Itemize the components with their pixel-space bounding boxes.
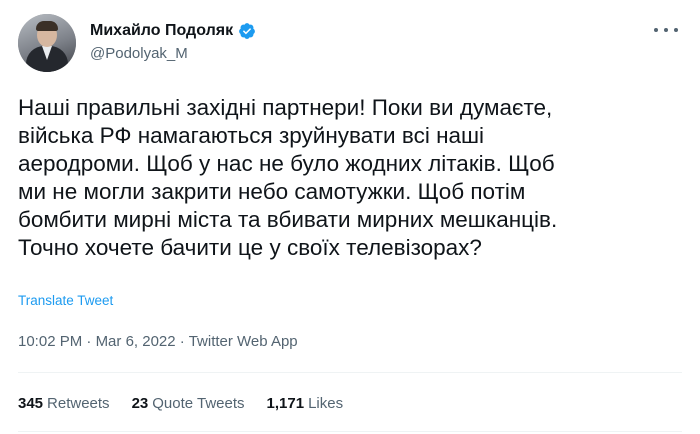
meta-separator: · xyxy=(179,333,189,350)
translate-tweet-link[interactable]: Translate Tweet xyxy=(18,293,113,308)
more-options-icon[interactable] xyxy=(654,20,678,40)
likes-count: 1,171 xyxy=(266,395,305,412)
retweets-stat[interactable]: 345 Retweets xyxy=(18,395,110,412)
tweet-date[interactable]: Mar 6, 2022 xyxy=(96,333,176,350)
tweet-card: Михайло Подоляк @Podolyak_M Наші правиль… xyxy=(0,0,700,434)
tweet-header: Михайло Подоляк @Podolyak_M xyxy=(18,14,682,76)
divider xyxy=(18,431,682,432)
quote-tweets-count: 23 xyxy=(131,395,149,412)
meta-separator: · xyxy=(86,333,96,350)
quote-tweets-label: Quote Tweets xyxy=(152,395,245,412)
likes-stat[interactable]: 1,171 Likes xyxy=(267,395,344,412)
tweet-metadata: 10:02 PM · Mar 6, 2022 · Twitter Web App xyxy=(18,333,298,350)
quote-tweets-stat[interactable]: 23 Quote Tweets xyxy=(132,395,245,412)
retweets-count: 345 xyxy=(18,395,44,412)
retweets-label: Retweets xyxy=(47,395,110,412)
verified-badge-icon xyxy=(239,23,255,39)
divider xyxy=(18,372,682,373)
author-handle[interactable]: @Podolyak_M xyxy=(90,45,188,62)
tweet-time[interactable]: 10:02 PM xyxy=(18,333,82,350)
tweet-text: Наші правильні західні партнери! Поки ви… xyxy=(18,95,558,260)
likes-label: Likes xyxy=(308,395,344,412)
tweet-stats: 345 Retweets 23 Quote Tweets 1,171 Likes xyxy=(18,395,365,412)
author-name-row[interactable]: Михайло Подоляк xyxy=(90,20,256,42)
tweet-source[interactable]: Twitter Web App xyxy=(189,333,298,350)
author-display-name[interactable]: Михайло Подоляк xyxy=(90,22,233,40)
avatar[interactable] xyxy=(18,14,76,72)
